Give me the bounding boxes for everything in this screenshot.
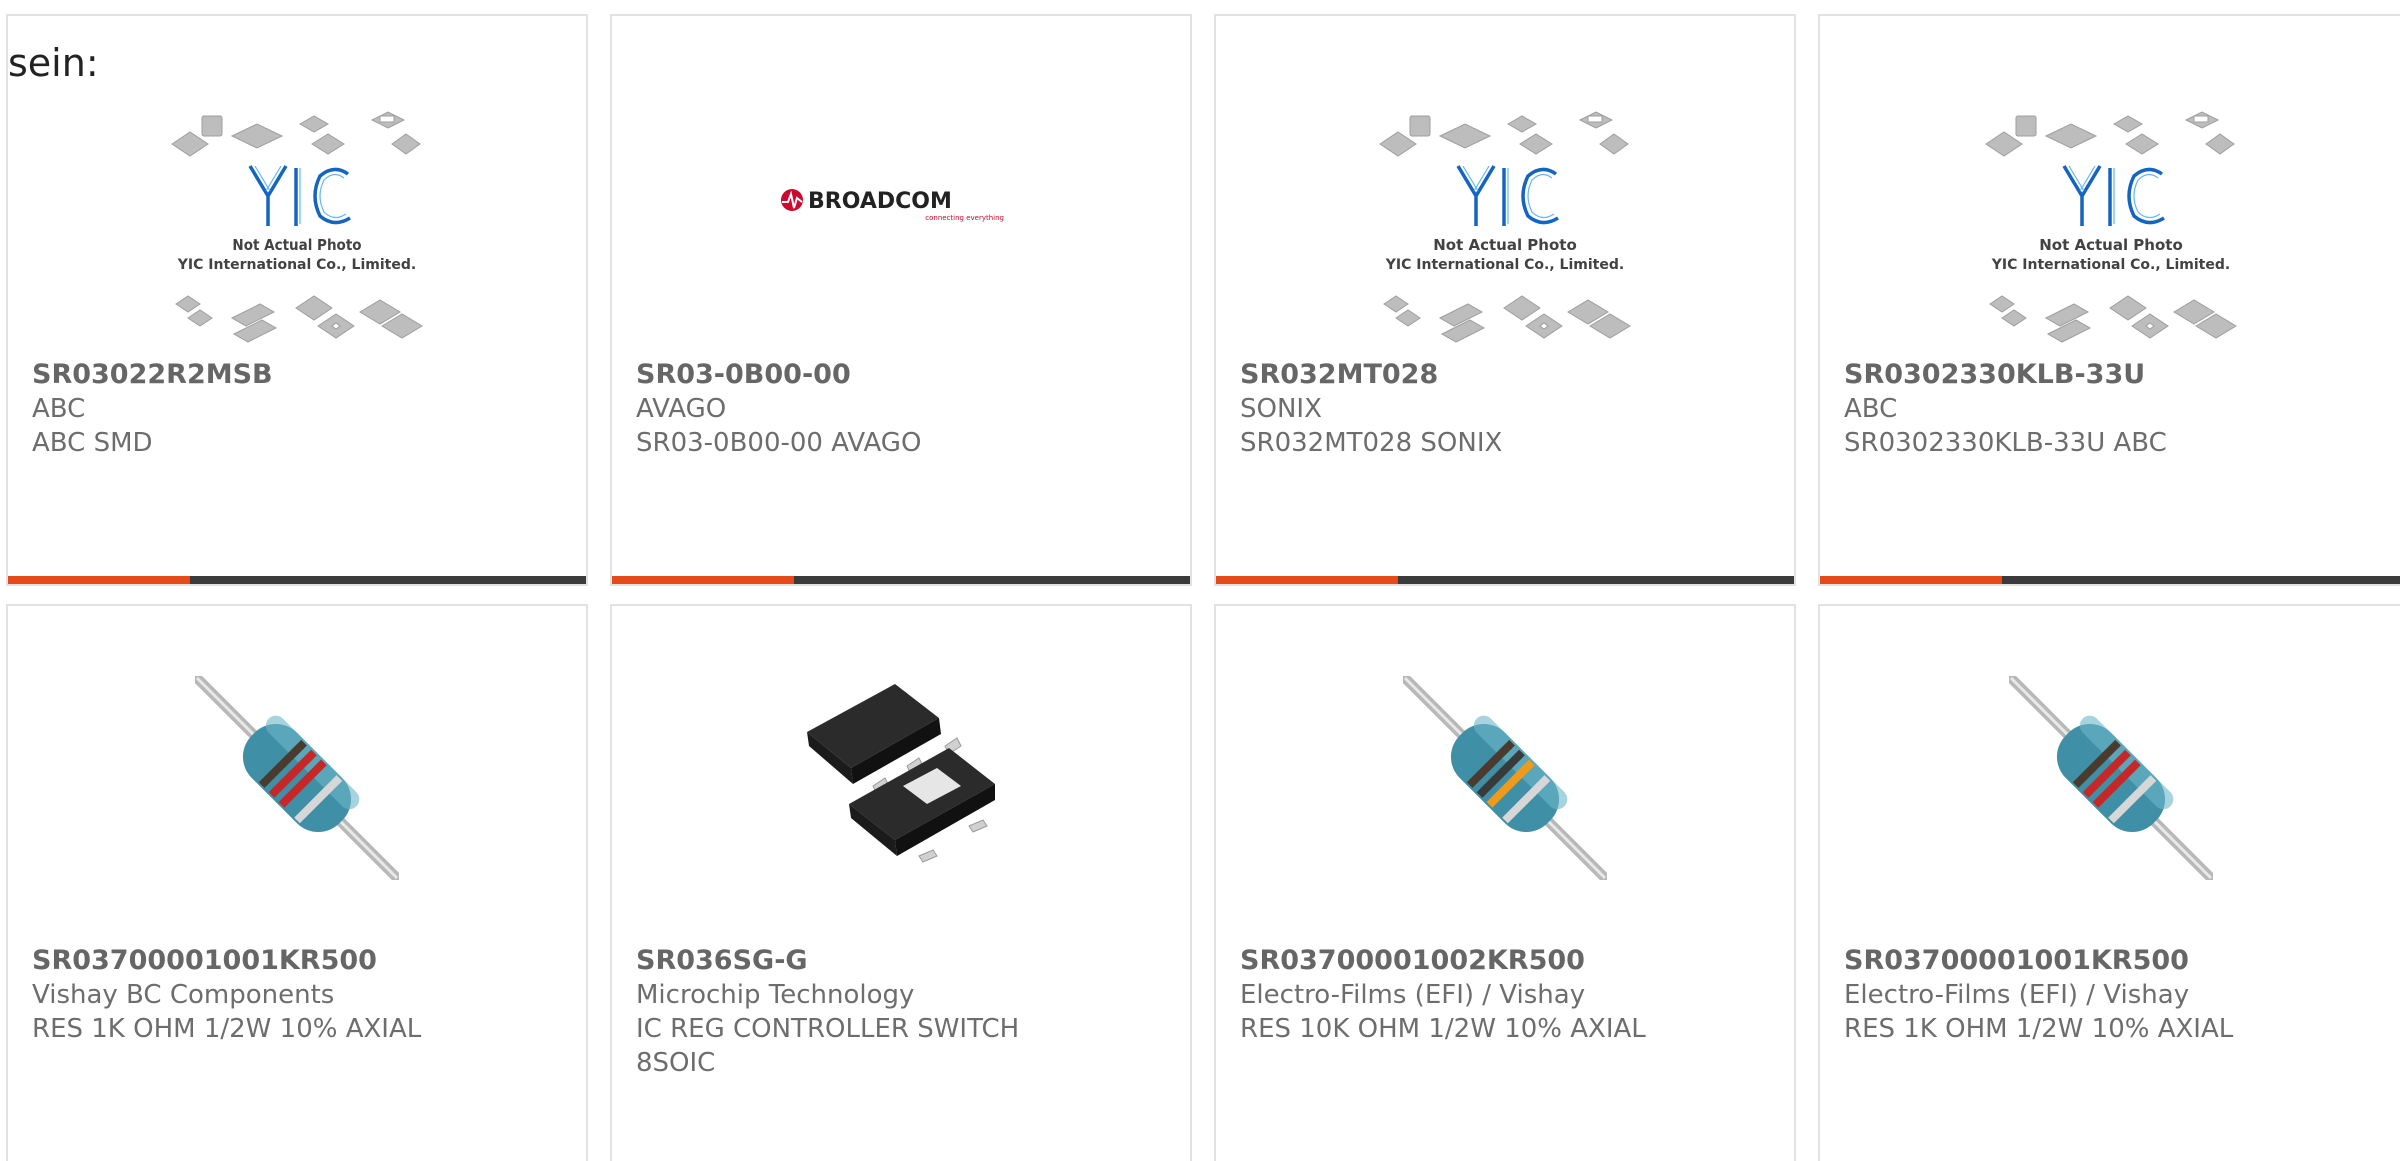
soic8-chip-image[interactable] <box>799 676 1003 880</box>
placeholder-line-2: YIC International Co., Limited. <box>1385 257 1624 273</box>
product-card[interactable]: SR03700001001KR500 Electro-Films (EFI) /… <box>1818 604 2400 1161</box>
description: SR03-0B00-00 AVAGO <box>636 428 922 458</box>
part-number[interactable]: SR03700001001KR500 <box>32 944 570 978</box>
logo-text: BROADCOM <box>808 189 952 214</box>
part-number[interactable]: SR03022R2MSB <box>32 358 570 392</box>
resistor-image[interactable] <box>195 676 399 880</box>
product-card[interactable]: Not Actual Photo YIC International Co., … <box>1818 14 2400 586</box>
product-card[interactable]: Not Actual Photo YIC International Co., … <box>1214 14 1796 586</box>
manufacturer: Vishay BC Components <box>32 980 335 1010</box>
placeholder-line-2: YIC International Co., Limited. <box>177 257 416 273</box>
product-image-placeholder[interactable]: Not Actual Photo YIC International Co., … <box>1370 104 1640 360</box>
description: RES 10K OHM 1/2W 10% AXIAL <box>1240 1014 1646 1044</box>
product-info: SR03700001001KR500 Electro-Films (EFI) /… <box>1844 944 2400 1046</box>
manufacturer: Electro-Films (EFI) / Vishay <box>1844 980 2190 1010</box>
placeholder-line-1: Not Actual Photo <box>232 236 361 254</box>
manufacturer: Microchip Technology <box>636 980 915 1010</box>
manufacturer: ABC <box>32 394 86 424</box>
product-info: SR03-0B00-00 AVAGO SR03-0B00-00 AVAGO <box>636 358 1174 460</box>
part-number[interactable]: SR03700001001KR500 <box>1844 944 2400 978</box>
intro-text: sein: <box>8 41 99 85</box>
card-accent-bar <box>612 576 794 584</box>
manufacturer: SONIX <box>1240 394 1322 424</box>
manufacturer: Electro-Films (EFI) / Vishay <box>1240 980 1586 1010</box>
product-card[interactable]: BROADCOM connecting everything SR03-0B00… <box>610 14 1192 586</box>
description: ABC SMD <box>32 428 153 458</box>
product-info: SR036SG-G Microchip Technology IC REG CO… <box>636 944 1174 1080</box>
description: SR0302330KLB-33U ABC <box>1844 428 2167 458</box>
product-card[interactable]: Not Actual Photo YIC International Co., … <box>6 14 588 586</box>
broadcom-logo-image[interactable]: BROADCOM connecting everything <box>766 104 1036 360</box>
manufacturer: AVAGO <box>636 394 727 424</box>
product-image-placeholder[interactable]: Not Actual Photo YIC International Co., … <box>162 104 432 360</box>
card-footer-bar <box>1820 576 2400 584</box>
description: IC REG CONTROLLER SWITCH 8SOIC <box>636 1014 1020 1078</box>
placeholder-line-1: Not Actual Photo <box>1433 236 1577 254</box>
product-info: SR032MT028 SONIX SR032MT028 SONIX <box>1240 358 1778 460</box>
description: RES 1K OHM 1/2W 10% AXIAL <box>1844 1014 2234 1044</box>
card-accent-bar <box>1216 576 1398 584</box>
product-info: SR03700001001KR500 Vishay BC Components … <box>32 944 570 1046</box>
product-card[interactable]: SR03700001001KR500 Vishay BC Components … <box>6 604 588 1161</box>
placeholder-line-2: YIC International Co., Limited. <box>1991 257 2230 273</box>
description: RES 1K OHM 1/2W 10% AXIAL <box>32 1014 422 1044</box>
resistor-image[interactable] <box>1403 676 1607 880</box>
resistor-image[interactable] <box>2009 676 2213 880</box>
product-info: SR03700001002KR500 Electro-Films (EFI) /… <box>1240 944 1778 1046</box>
product-info: SR0302330KLB-33U ABC SR0302330KLB-33U AB… <box>1844 358 2400 460</box>
part-number[interactable]: SR03700001002KR500 <box>1240 944 1778 978</box>
card-footer-bar <box>8 576 586 584</box>
part-number[interactable]: SR0302330KLB-33U <box>1844 358 2400 392</box>
part-number[interactable]: SR032MT028 <box>1240 358 1778 392</box>
product-info: SR03022R2MSB ABC ABC SMD <box>32 358 570 460</box>
product-card[interactable]: SR036SG-G Microchip Technology IC REG CO… <box>610 604 1192 1161</box>
placeholder-line-1: Not Actual Photo <box>2039 236 2183 254</box>
description: SR032MT028 SONIX <box>1240 428 1503 458</box>
logo-tagline: connecting everything <box>925 214 1004 222</box>
card-footer-bar <box>1216 576 1794 584</box>
part-number[interactable]: SR03-0B00-00 <box>636 358 1174 392</box>
product-image-placeholder[interactable]: Not Actual Photo YIC International Co., … <box>1976 104 2246 360</box>
product-card[interactable]: SR03700001002KR500 Electro-Films (EFI) /… <box>1214 604 1796 1161</box>
manufacturer: ABC <box>1844 394 1898 424</box>
card-accent-bar <box>8 576 190 584</box>
card-footer-bar <box>612 576 1190 584</box>
part-number[interactable]: SR036SG-G <box>636 944 1174 978</box>
card-accent-bar <box>1820 576 2002 584</box>
